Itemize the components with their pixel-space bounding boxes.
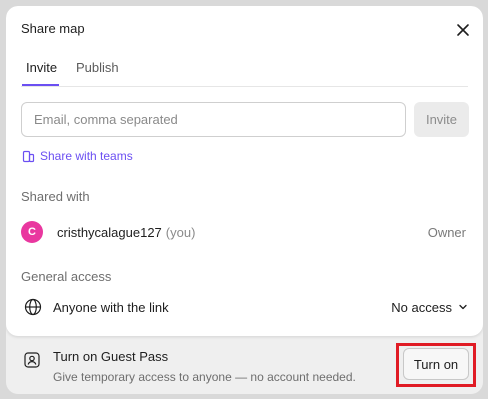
user-name-text: cristhycalague127 xyxy=(57,225,162,240)
tab-divider xyxy=(21,86,468,87)
guest-pass-icon xyxy=(24,352,40,368)
user-role: Owner xyxy=(427,225,466,240)
guest-pass-title: Turn on Guest Pass xyxy=(53,349,169,364)
teams-icon xyxy=(22,150,35,162)
close-icon xyxy=(457,24,469,36)
email-input[interactable] xyxy=(21,102,406,137)
close-button[interactable] xyxy=(453,20,473,40)
tab-publish[interactable]: Publish xyxy=(76,60,119,75)
guest-pass-section: Turn on Guest Pass Give temporary access… xyxy=(6,336,483,394)
share-with-teams-label: Share with teams xyxy=(40,149,133,163)
chevron-down-icon xyxy=(459,304,467,310)
access-level-dropdown[interactable]: No access xyxy=(391,298,468,316)
tab-invite[interactable]: Invite xyxy=(26,60,57,75)
access-level-value: No access xyxy=(391,299,452,315)
general-access-heading: General access xyxy=(21,269,112,284)
guest-pass-subtitle: Give temporary access to anyone — no acc… xyxy=(53,370,356,384)
user-name: cristhycalague127 (you) xyxy=(57,225,195,240)
turn-on-guest-pass-button[interactable]: Turn on xyxy=(403,348,469,380)
invite-button[interactable]: Invite xyxy=(414,102,469,137)
shared-user-row: C cristhycalague127 (you) Owner xyxy=(21,221,468,243)
shared-with-heading: Shared with xyxy=(21,189,90,204)
avatar: C xyxy=(21,221,43,243)
access-description: Anyone with the link xyxy=(53,300,169,315)
share-dialog: Share map Invite Publish Invite Share wi… xyxy=(6,6,483,394)
user-you-suffix: (you) xyxy=(165,225,196,240)
general-access-row: Anyone with the link No access xyxy=(21,296,468,318)
share-with-teams-link[interactable]: Share with teams xyxy=(22,148,133,164)
share-panel: Share map Invite Publish Invite Share wi… xyxy=(6,6,483,336)
globe-icon xyxy=(24,298,42,316)
dialog-title: Share map xyxy=(21,21,85,36)
